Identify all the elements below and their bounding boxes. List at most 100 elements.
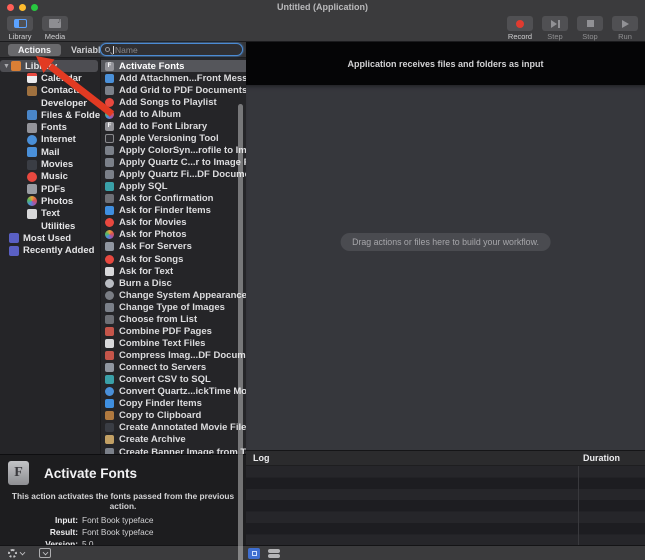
actions-variables-tabbar: Actions Variables Name (0, 42, 246, 58)
action-list-item[interactable]: Choose from List (101, 313, 246, 325)
action-list-item[interactable]: F Add to Font Library (101, 120, 246, 132)
action-item-label: Activate Fonts (119, 61, 184, 72)
sidebar-item[interactable]: ▼ Fonts (0, 121, 100, 133)
action-list-item[interactable]: Copy Finder Items (101, 398, 246, 410)
action-item-icon (105, 327, 114, 336)
action-list-item[interactable]: Ask for Photos (101, 229, 246, 241)
workflow-canvas[interactable]: Drag actions or files here to build your… (246, 85, 645, 450)
sidebar-item-icon (27, 110, 37, 120)
action-item-label: Convert Quartz...ickTime Movies (119, 386, 246, 397)
action-list-item[interactable]: Create Annotated Movie File (101, 422, 246, 434)
disclosure-triangle-icon[interactable]: ▼ (3, 63, 11, 70)
action-list-item[interactable]: Combine Text Files (101, 337, 246, 349)
sidebar-item[interactable]: ▼ Calendar (0, 72, 100, 84)
sidebar-item[interactable]: ▼ Contacts (0, 85, 100, 97)
action-item-label: Apply SQL (119, 181, 168, 192)
chevron-down-icon (20, 549, 26, 555)
action-list-item[interactable]: Ask for Text (101, 265, 246, 277)
sidebar-item[interactable]: ▼ Movies (0, 158, 100, 170)
sidebar-item[interactable]: ▼ Library (0, 60, 98, 72)
action-item-icon (105, 399, 114, 408)
action-item-label: Connect to Servers (119, 362, 206, 373)
stop-label: Stop (582, 32, 597, 41)
action-list-item[interactable]: Copy to Clipboard (101, 410, 246, 422)
sidebar-item[interactable]: ▼ Files & Folders (0, 109, 100, 121)
run-icon (622, 20, 629, 28)
step-icon (551, 20, 557, 28)
sidebar-item[interactable]: ▼ PDFs (0, 183, 100, 195)
action-item-icon (105, 351, 114, 360)
automator-window: Untitled (Application) Library Media Rec… (0, 0, 645, 560)
action-item-label: Apply Quartz Fi...DF Documents (119, 169, 246, 180)
action-list-item[interactable]: Change System Appearance (101, 289, 246, 301)
action-list-item[interactable]: Apply SQL (101, 181, 246, 193)
actions-list-scrollbar[interactable] (238, 104, 243, 560)
library-toolbar-button[interactable]: Library (7, 14, 33, 41)
sidebar-item[interactable]: ▼ Recently Added (0, 244, 100, 256)
action-item-label: Combine Text Files (119, 338, 205, 349)
gear-icon[interactable] (8, 549, 17, 558)
sidebar-item[interactable]: ▼ Music (0, 171, 100, 183)
duration-column-header[interactable]: Duration (583, 453, 620, 463)
action-list-item[interactable]: Add Grid to PDF Documents (101, 84, 246, 96)
record-icon (516, 20, 524, 28)
sidebar-item-label: Fonts (41, 122, 67, 133)
action-list-item[interactable]: Compress Imag...DF Documents (101, 350, 246, 362)
list-view-button[interactable] (268, 549, 280, 558)
action-item-label: Add to Album (119, 109, 181, 120)
sidebar-item-label: PDFs (41, 184, 65, 195)
action-description-panel: F Activate Fonts This action activates t… (0, 454, 246, 545)
tab-actions[interactable]: Actions (8, 44, 61, 56)
sidebar-item[interactable]: ▼ Mail (0, 146, 100, 158)
action-item-label: Create Archive (119, 434, 186, 445)
action-list-item[interactable]: Burn a Disc (101, 277, 246, 289)
action-list-item[interactable]: Apply Quartz Fi...DF Documents (101, 169, 246, 181)
action-list-item[interactable]: F Activate Fonts (101, 60, 246, 72)
action-list-item[interactable]: Convert Quartz...ickTime Movies (101, 386, 246, 398)
action-list-item[interactable]: Add Songs to Playlist (101, 96, 246, 108)
workflow-view-button[interactable] (248, 548, 260, 559)
action-list-item[interactable]: Convert CSV to SQL (101, 374, 246, 386)
action-list-item[interactable]: Apply Quartz C...r to Image Files (101, 157, 246, 169)
action-item-icon (105, 170, 114, 179)
stop-button[interactable]: Stop (577, 14, 603, 41)
workflow-input-header[interactable]: Application receives files and folders a… (246, 42, 645, 85)
action-item-icon (105, 279, 114, 288)
sidebar-item[interactable]: ▼ Internet (0, 134, 100, 146)
action-list-item[interactable]: Change Type of Images (101, 301, 246, 313)
sidebar-item[interactable]: ▼ Utilities (0, 220, 100, 232)
sidebar-item[interactable]: ▼ Most Used (0, 232, 100, 244)
log-column-divider (578, 466, 579, 545)
action-list-item[interactable]: Apple Versioning Tool (101, 132, 246, 144)
media-icon (49, 19, 61, 28)
toggle-description-panel-button[interactable] (39, 548, 51, 558)
action-list-item[interactable]: Ask for Finder Items (101, 205, 246, 217)
run-button[interactable]: Run (612, 14, 638, 41)
action-item-icon (105, 230, 114, 239)
action-item-icon (105, 74, 114, 83)
action-list-item[interactable]: Create Archive (101, 434, 246, 446)
step-button[interactable]: Step (542, 14, 568, 41)
log-column-header[interactable]: Log (253, 453, 270, 463)
sidebar-item[interactable]: ▼ Developer (0, 97, 100, 109)
action-item-icon (105, 134, 114, 143)
action-item-label: Ask for Movies (119, 217, 187, 228)
action-item-icon (105, 242, 114, 251)
media-toolbar-button[interactable]: Media (42, 14, 68, 41)
action-list-item[interactable]: Apply ColorSyn...rofile to Images (101, 144, 246, 156)
action-list-item[interactable]: Add Attachmen...Front Message (101, 72, 246, 84)
search-input[interactable]: Name (100, 43, 243, 56)
action-list-item[interactable]: Combine PDF Pages (101, 325, 246, 337)
sidebar-item[interactable]: ▼ Photos (0, 195, 100, 207)
action-list-item[interactable]: Ask for Confirmation (101, 193, 246, 205)
action-list-item[interactable]: Ask for Songs (101, 253, 246, 265)
action-list-item[interactable]: Ask For Servers (101, 241, 246, 253)
action-list-item[interactable]: Ask for Movies (101, 217, 246, 229)
sidebar-item[interactable]: ▼ Text (0, 208, 100, 220)
record-button[interactable]: Record (507, 14, 533, 41)
action-list-item[interactable]: Connect to Servers (101, 362, 246, 374)
action-list-item[interactable]: Add to Album (101, 108, 246, 120)
status-bar (0, 545, 645, 560)
sidebar-item-label: Photos (41, 196, 73, 207)
sidebar-item-icon (27, 73, 37, 83)
